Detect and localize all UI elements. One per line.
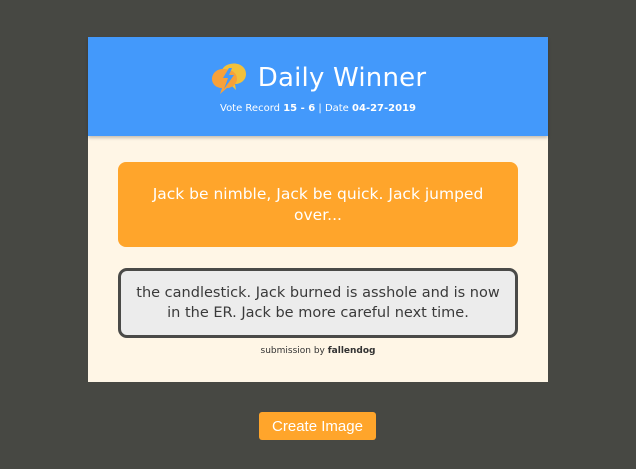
prompt-box: Jack be nimble, Jack be quick. Jack jump… — [118, 162, 518, 247]
winner-card: Daily Winner Vote Record 15 - 6 | Date 0… — [88, 37, 548, 382]
date-label: Date — [324, 103, 349, 114]
answer-text: the candlestick. Jack burned is asshole … — [136, 285, 500, 321]
vote-record-row: Vote Record 15 - 6 | Date 04-27-2019 — [88, 103, 548, 114]
prompt-text: Jack be nimble, Jack be quick. Jack jump… — [152, 184, 484, 224]
speech-bubbles-lightning-icon — [210, 61, 248, 95]
submission-author: fallendog — [327, 346, 376, 356]
submission-prefix: submission by — [260, 346, 325, 356]
answer-box: the candlestick. Jack burned is asshole … — [118, 268, 518, 338]
vote-record-label: Vote Record — [220, 103, 280, 114]
page-title: Daily Winner — [257, 63, 427, 93]
title-row: Daily Winner — [88, 59, 548, 97]
create-image-button[interactable]: Create Image — [259, 412, 376, 440]
card-header: Daily Winner Vote Record 15 - 6 | Date 0… — [88, 37, 548, 136]
date-value: 04-27-2019 — [352, 103, 416, 114]
separator: | — [318, 103, 322, 114]
vote-record-value: 15 - 6 — [283, 103, 316, 114]
submission-credit: submission by fallendog — [88, 346, 548, 356]
